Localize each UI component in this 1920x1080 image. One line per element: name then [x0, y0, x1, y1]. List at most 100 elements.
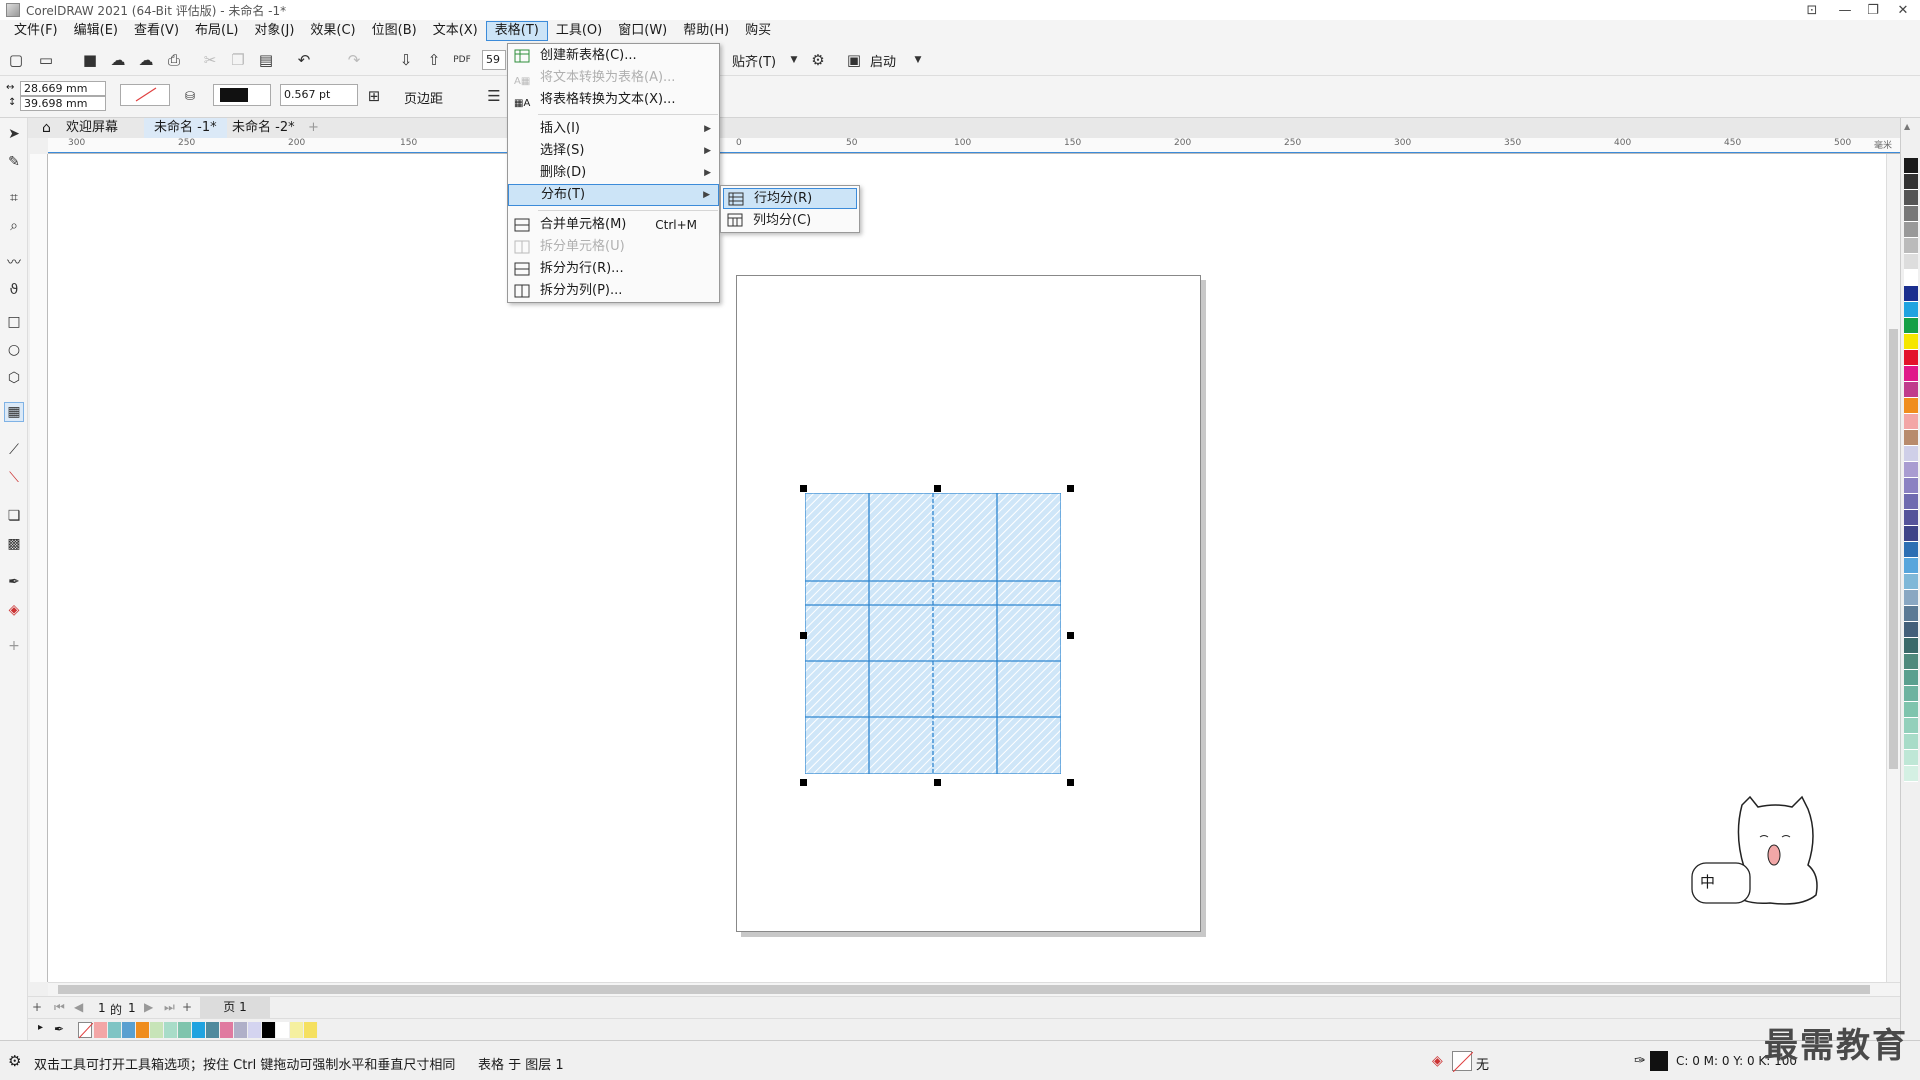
vertical-ruler[interactable] [30, 154, 48, 982]
palette-swatch[interactable] [1904, 222, 1918, 238]
border-select-icon[interactable]: ⊞ [364, 86, 384, 106]
doc-color-swatch[interactable] [220, 1022, 234, 1038]
merge-cells-item[interactable]: 合并单元格(M) Ctrl+M [508, 214, 719, 236]
restore-button[interactable]: ❐ [1858, 0, 1888, 20]
artistic-media-icon[interactable]: ϑ [4, 280, 24, 300]
insert-submenu-item[interactable]: 插入(I) ▶ [508, 118, 719, 140]
gear-icon[interactable]: ⚙ [8, 1052, 21, 1070]
doc-color-swatch[interactable] [262, 1022, 276, 1038]
doc-color-swatch[interactable] [276, 1022, 290, 1038]
tab-untitled-2[interactable]: 未命名 -2* [222, 118, 305, 138]
chevron-down-icon[interactable]: ▼ [784, 50, 804, 70]
palette-swatch[interactable] [1904, 542, 1918, 558]
zoom-level-field[interactable]: 59 [482, 50, 506, 70]
palette-swatch[interactable] [1904, 654, 1918, 670]
cloud-download-icon[interactable]: ☁ [108, 50, 128, 70]
dimension-tool-icon[interactable]: ⟋ [4, 440, 24, 460]
doc-color-swatch[interactable] [178, 1022, 192, 1038]
prev-page-icon[interactable]: ◀ [74, 1000, 83, 1014]
doc-color-swatch[interactable] [164, 1022, 178, 1038]
connector-tool-icon[interactable]: ⟍ [4, 468, 24, 488]
distribute-rows-item[interactable]: 行均分(R) [723, 188, 857, 209]
outline-width-field[interactable]: 0.567 pt [280, 84, 358, 106]
cut-icon[interactable]: ✂ [200, 50, 220, 70]
palette-swatch[interactable] [1904, 174, 1918, 190]
fill-color-picker[interactable] [120, 84, 170, 106]
transparency-tool-icon[interactable]: ▩ [4, 534, 24, 554]
undo-icon[interactable]: ↶ [294, 50, 314, 70]
pen-outline-icon[interactable]: ✑ [1634, 1053, 1646, 1069]
open-folder-icon[interactable]: ▭ [36, 50, 56, 70]
last-page-icon[interactable]: ⏭ [164, 1000, 175, 1015]
distribute-cols-item[interactable]: 列均分(C) [723, 210, 857, 231]
palette-swatch[interactable] [1904, 430, 1918, 446]
create-table-item[interactable]: 创建新表格(C)... [508, 45, 719, 67]
palette-swatch[interactable] [1904, 766, 1918, 782]
palette-swatch[interactable] [1904, 238, 1918, 254]
snap-to-dropdown[interactable]: 贴齐(T) [732, 51, 776, 70]
palette-swatch[interactable] [1904, 494, 1918, 510]
selection-handle[interactable] [934, 779, 941, 786]
table-object[interactable] [804, 492, 1062, 775]
palette-swatch[interactable] [1904, 254, 1918, 270]
palette-swatch[interactable] [1904, 574, 1918, 590]
doc-color-swatch[interactable] [234, 1022, 248, 1038]
save-icon[interactable]: ■ [80, 50, 100, 70]
first-page-icon[interactable]: ⏮ [54, 1000, 65, 1015]
selection-handle[interactable] [800, 485, 807, 492]
palette-swatch[interactable] [1904, 606, 1918, 622]
palette-swatch[interactable] [1904, 590, 1918, 606]
launch-dropdown[interactable]: 启动 [870, 51, 896, 70]
add-page-before-icon[interactable]: + [32, 1000, 42, 1014]
palette-swatch[interactable] [1904, 206, 1918, 222]
menu-file[interactable]: 文件(F) [6, 21, 66, 41]
palette-swatch[interactable] [1904, 462, 1918, 478]
selection-handle[interactable] [1067, 779, 1074, 786]
palette-swatch[interactable] [1904, 510, 1918, 526]
palette-swatch[interactable] [1904, 638, 1918, 654]
eyedropper-icon[interactable]: ✒ [4, 572, 24, 592]
palette-swatch[interactable] [1904, 158, 1918, 174]
selection-handle[interactable] [800, 779, 807, 786]
split-cells-item[interactable]: 拆分单元格(U) [508, 236, 719, 258]
doc-color-swatch[interactable] [290, 1022, 304, 1038]
palette-swatch[interactable] [1904, 414, 1918, 430]
delete-submenu-item[interactable]: 删除(D) ▶ [508, 162, 719, 184]
menu-object[interactable]: 对象(J) [246, 21, 302, 41]
doc-color-swatch[interactable] [108, 1022, 122, 1038]
palette-swatch[interactable] [1904, 526, 1918, 542]
table-to-text-item[interactable]: ▦A 将表格转换为文本(X)... [508, 89, 719, 111]
palette-swatch[interactable] [1904, 382, 1918, 398]
select-submenu-item[interactable]: 选择(S) ▶ [508, 140, 719, 162]
palette-swatch[interactable] [1904, 686, 1918, 702]
palette-scroll-up-icon[interactable]: ▲ [1904, 122, 1910, 131]
menu-text[interactable]: 文本(X) [425, 21, 486, 41]
next-page-icon[interactable]: ▶ [144, 1000, 153, 1014]
eyedropper-icon[interactable]: ✒ [54, 1022, 64, 1036]
palette-swatch[interactable] [1904, 750, 1918, 766]
cloud-upload-icon[interactable]: ☁ [136, 50, 156, 70]
palette-swatch[interactable] [1904, 398, 1918, 414]
drop-shadow-icon[interactable]: ❏ [4, 506, 24, 526]
split-cols-item[interactable]: 拆分为列(P)... [508, 280, 719, 302]
palette-swatch[interactable] [1904, 334, 1918, 350]
minimize-button[interactable]: — [1830, 0, 1860, 20]
doc-color-swatch[interactable] [136, 1022, 150, 1038]
palette-swatch[interactable] [1904, 558, 1918, 574]
doc-color-swatch[interactable] [192, 1022, 206, 1038]
vertical-scroll-thumb[interactable] [1889, 329, 1898, 769]
page-tab-1[interactable]: 页 1 [200, 997, 270, 1018]
import-icon[interactable]: ⇩ [396, 50, 416, 70]
paste-icon[interactable]: ▤ [256, 50, 276, 70]
doc-color-swatch[interactable] [122, 1022, 136, 1038]
distribute-submenu-item[interactable]: 分布(T) ▶ [508, 184, 719, 206]
launch-app-icon[interactable]: ▣ [844, 50, 864, 70]
palette-swatch[interactable] [1904, 702, 1918, 718]
ellipse-tool-icon[interactable]: ○ [4, 340, 24, 360]
palette-swatch[interactable] [1904, 718, 1918, 734]
palette-swatch[interactable] [1904, 622, 1918, 638]
close-button[interactable]: ✕ [1888, 0, 1918, 20]
table-align-icon[interactable]: ☰ [484, 86, 504, 106]
menu-tools[interactable]: 工具(O) [548, 21, 610, 41]
object-height-field[interactable]: 39.698 mm [20, 96, 106, 111]
